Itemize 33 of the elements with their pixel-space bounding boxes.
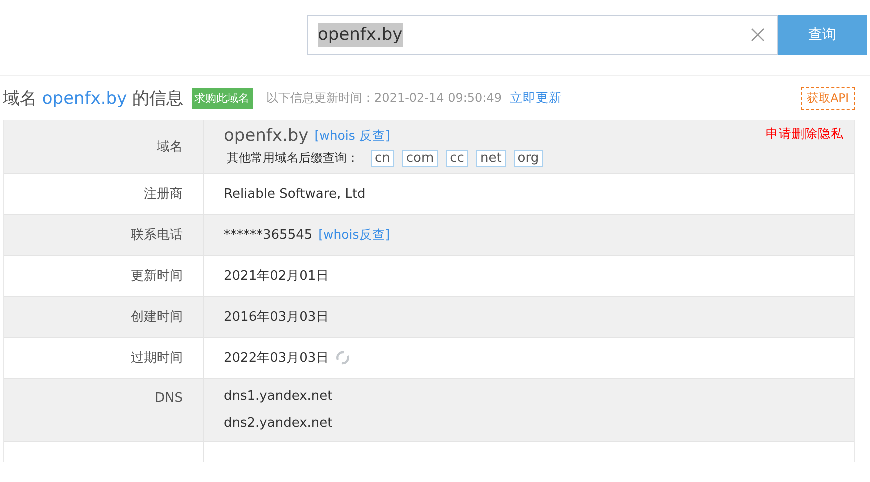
field-label: 更新时间: [131, 268, 183, 285]
domain-name: openfx.by: [224, 126, 309, 146]
update-now-link[interactable]: 立即更新: [510, 90, 562, 106]
page-title: 域名 openfx.by 的信息: [3, 88, 184, 110]
privacy-removal-link[interactable]: 申请删除隐私: [766, 126, 844, 143]
suffix-link[interactable]: cc: [446, 150, 468, 167]
suffix-link[interactable]: com: [402, 150, 438, 167]
field-label: DNS: [155, 391, 183, 406]
field-label: 注册商: [144, 186, 183, 203]
buy-domain-badge[interactable]: 求购此域名: [192, 88, 253, 108]
field-label: 创建时间: [131, 309, 183, 326]
field-label: 过期时间: [131, 350, 183, 367]
suffix-label: 其他常用域名后缀查询：: [227, 150, 359, 167]
suffix-link[interactable]: net: [476, 150, 506, 167]
field-label: 域名: [157, 138, 183, 156]
suffix-link[interactable]: cn: [371, 150, 394, 167]
whois-link[interactable]: [whois 反查]: [314, 128, 390, 144]
close-icon[interactable]: [751, 28, 765, 42]
field-value: 2021年02月01日: [224, 268, 330, 285]
refresh-icon[interactable]: [335, 350, 352, 366]
field-value: 2016年03月03日: [224, 309, 330, 326]
search-field[interactable]: openfx.by: [307, 15, 778, 55]
field-value: dns2.yandex.net: [224, 416, 334, 431]
search-button[interactable]: 查询: [778, 15, 867, 55]
field-value: dns1.yandex.net: [224, 389, 334, 404]
suffix-link[interactable]: org: [514, 150, 544, 167]
get-api-button[interactable]: 获取API: [800, 86, 855, 110]
update-time-label: 以下信息更新时间：2021-02-14 09:50:49: [266, 90, 502, 106]
field-label: 联系电话: [131, 227, 183, 244]
field-value: 2022年03月03日: [224, 350, 330, 367]
whois-link[interactable]: [whois反查]: [318, 226, 390, 244]
field-value: Reliable Software, Ltd: [224, 186, 367, 202]
field-value: ******365545: [224, 228, 313, 242]
